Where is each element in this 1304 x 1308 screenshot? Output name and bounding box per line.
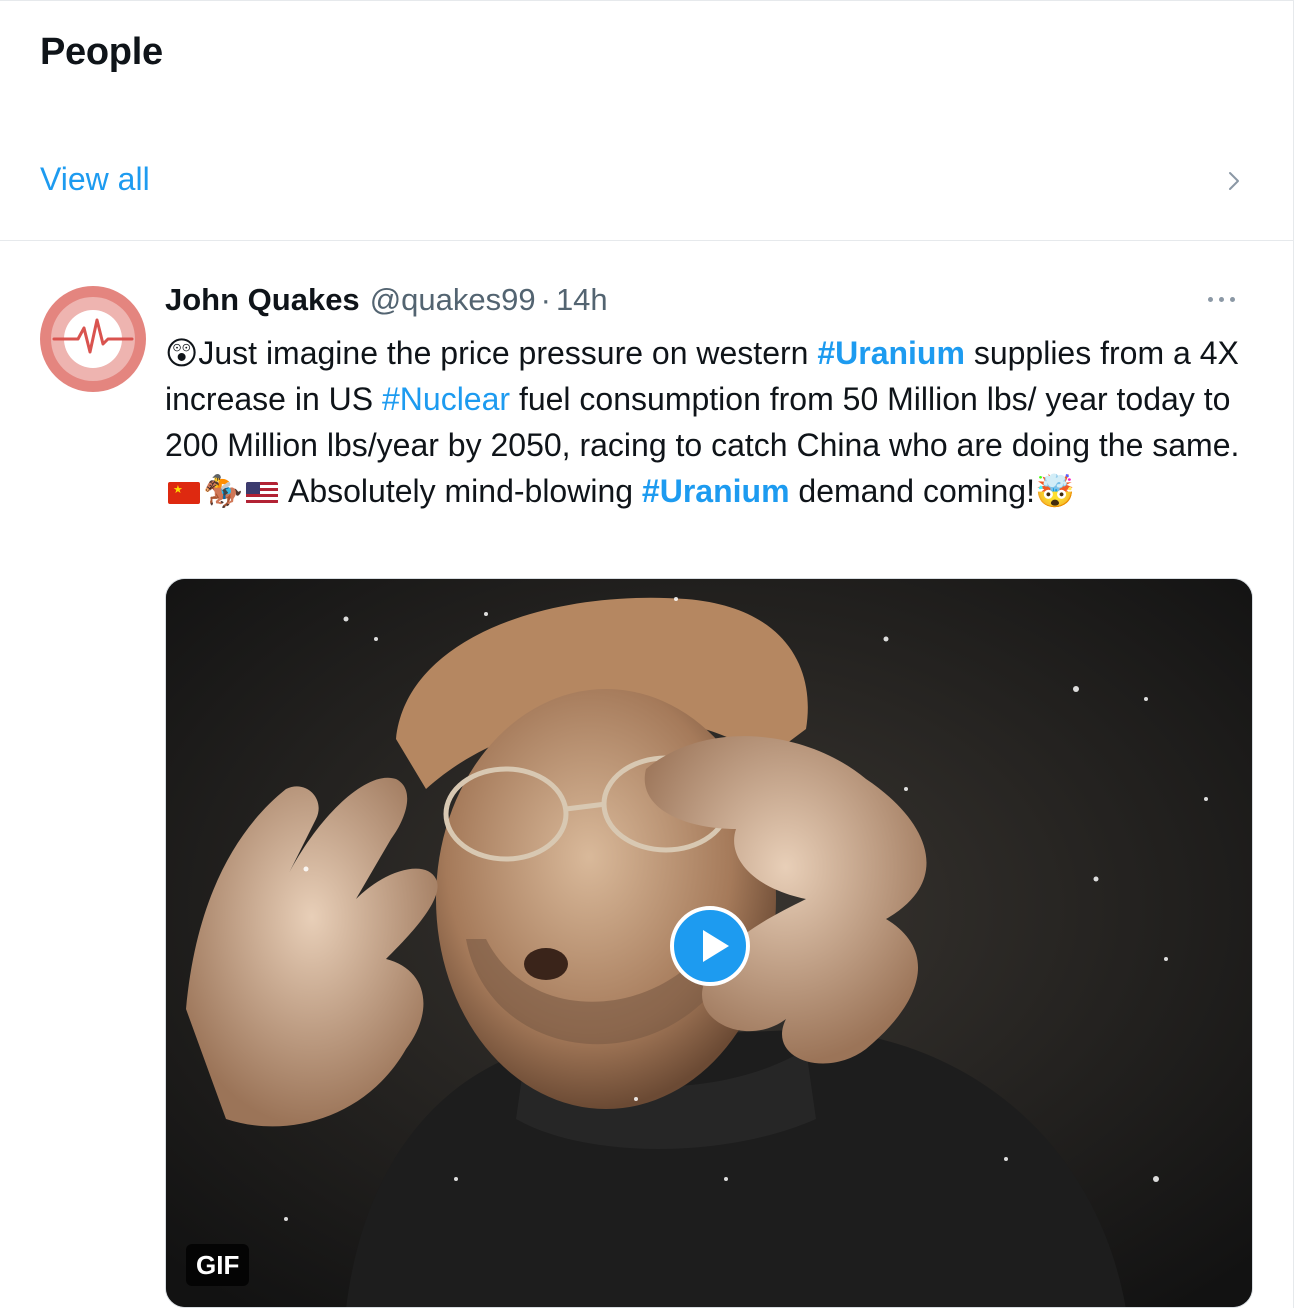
play-icon — [703, 930, 729, 962]
view-all-link[interactable]: View all — [0, 141, 1294, 221]
play-button[interactable] — [670, 906, 750, 986]
gif-media[interactable]: GIF — [165, 578, 1253, 1308]
china-flag-icon: ★ — [168, 482, 200, 504]
tweet-time[interactable]: 14h — [556, 282, 608, 318]
text-part: Absolutely mind-blowing — [280, 473, 642, 509]
us-flag-icon — [245, 482, 278, 504]
tweet-header: John Quakes @quakes99 · 14h — [165, 282, 608, 322]
avatar[interactable] — [40, 286, 146, 392]
text-part: demand coming! — [789, 473, 1035, 509]
view-all-label: View all — [40, 161, 150, 197]
separator-dot: · — [540, 282, 551, 317]
hashtag-uranium[interactable]: #Uranium — [642, 473, 790, 509]
hashtag-nuclear[interactable]: #Nuclear — [382, 381, 510, 417]
people-section: People View all — [0, 1, 1294, 241]
mind-blown-emoji: 🤯 — [1034, 472, 1075, 510]
horse-racing-emoji: 🏇 — [203, 472, 243, 510]
author-name[interactable]: John Quakes — [165, 282, 360, 318]
author-handle[interactable]: @quakes99 — [370, 282, 536, 318]
tweet-text: 😲Just imagine the price pressure on west… — [165, 330, 1255, 514]
astonished-emoji: 😲 — [165, 334, 199, 372]
gif-badge: GIF — [186, 1244, 250, 1286]
heartbeat-icon — [52, 318, 134, 354]
more-horizontal-icon[interactable] — [1206, 294, 1238, 306]
hashtag-uranium[interactable]: #Uranium — [817, 335, 965, 371]
text-part: Just imagine the price pressure on weste… — [198, 335, 818, 371]
section-title: People — [40, 31, 163, 73]
chevron-right-icon — [1229, 172, 1239, 190]
timeline-frame: People View all John Quakes @quakes99 · … — [0, 0, 1294, 1308]
tweet[interactable]: John Quakes @quakes99 · 14h 😲Just imagin… — [0, 242, 1294, 1308]
